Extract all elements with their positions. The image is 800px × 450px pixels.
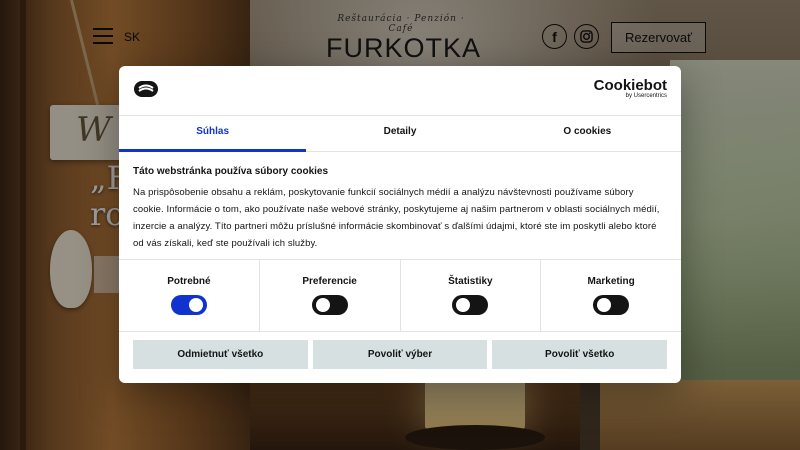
toggle-statistics-label: Štatistiky	[448, 276, 493, 287]
toggle-preferences[interactable]	[311, 295, 348, 315]
toggle-marketing[interactable]	[593, 295, 630, 315]
tab-consent[interactable]: Súhlas	[119, 115, 307, 152]
cookiebot-logo[interactable]: Cookiebot by Usercentrics	[594, 78, 667, 99]
dialog-description: Na prispôsobenie obsahu a reklám, poskyt…	[133, 187, 660, 249]
dialog-actions: Odmietnuť všetko Povoliť výber Povoliť v…	[133, 340, 668, 369]
tab-details[interactable]: Detaily	[306, 115, 493, 151]
toggle-statistics[interactable]	[452, 295, 489, 315]
toggle-marketing-cell: Marketing	[541, 260, 681, 331]
toggle-necessary[interactable]	[170, 295, 207, 315]
toggle-marketing-label: Marketing	[587, 276, 635, 287]
cookie-icon	[133, 79, 159, 99]
cookie-consent-dialog: Cookiebot by Usercentrics Súhlas Detaily…	[119, 66, 681, 383]
toggle-statistics-cell: Štatistiky	[401, 260, 542, 331]
toggle-necessary-cell: Potrebné	[119, 260, 260, 331]
allow-all-button[interactable]: Povoliť všetko	[492, 340, 668, 369]
toggle-necessary-label: Potrebné	[167, 276, 211, 287]
allow-selection-button[interactable]: Povoliť výber	[312, 340, 488, 369]
dialog-title: Táto webstránka používa súbory cookies	[133, 166, 329, 177]
toggle-preferences-cell: Preferencie	[260, 260, 401, 331]
tab-about-cookies[interactable]: O cookies	[494, 115, 681, 151]
toggle-preferences-label: Preferencie	[302, 276, 357, 287]
dialog-tabs: Súhlas Detaily O cookies	[119, 115, 681, 152]
consent-toggles: Potrebné Preferencie Štatistiky Marketin…	[119, 259, 681, 332]
dialog-header: Cookiebot by Usercentrics	[119, 66, 681, 116]
cookiebot-brand: Cookiebot	[593, 77, 667, 94]
reject-all-button[interactable]: Odmietnuť všetko	[133, 340, 308, 369]
